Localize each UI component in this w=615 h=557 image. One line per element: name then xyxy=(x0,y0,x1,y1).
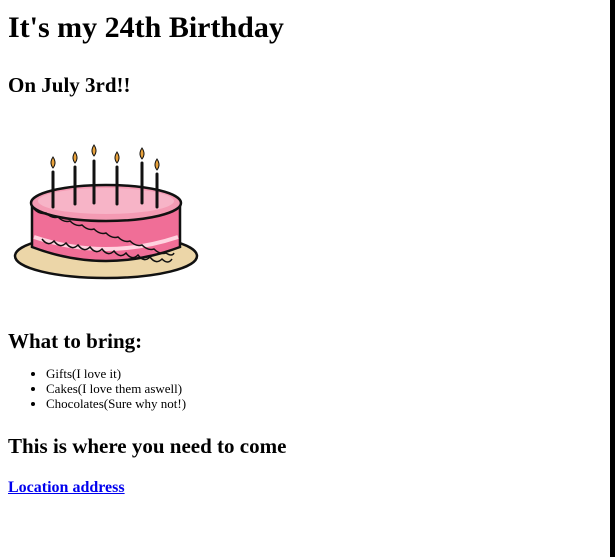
location-heading: This is where you need to come xyxy=(8,434,287,458)
list-item: Chocolates(Sure why not!) xyxy=(46,396,603,411)
page-content: It's my 24th Birthday On July 3rd!! What… xyxy=(8,0,603,497)
list-item: Gifts(I love it) xyxy=(46,366,603,381)
location-address-link[interactable]: Location address xyxy=(8,478,125,497)
page-title: It's my 24th Birthday xyxy=(8,11,284,44)
birthday-cake-icon xyxy=(13,144,199,280)
bring-list: Gifts(I love it) Cakes(I love them aswel… xyxy=(8,366,603,411)
what-to-bring-heading: What to bring: xyxy=(8,329,143,353)
event-date-heading: On July 3rd!! xyxy=(8,73,131,97)
list-item: Cakes(I love them aswell) xyxy=(46,381,603,396)
page-right-border xyxy=(610,0,615,557)
